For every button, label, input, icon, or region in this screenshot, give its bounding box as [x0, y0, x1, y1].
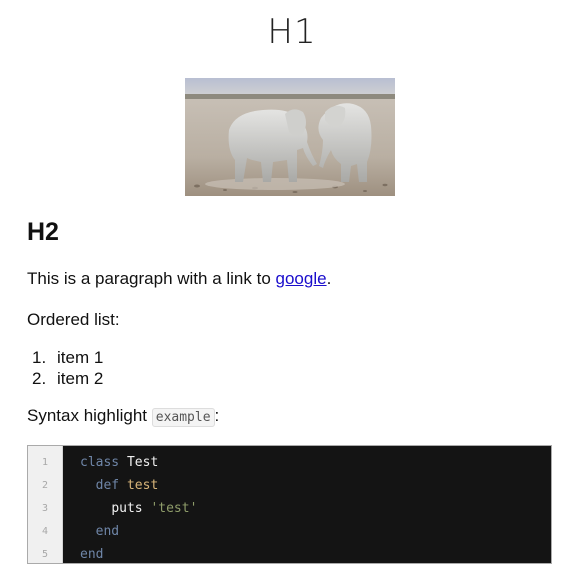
syntax-label-text: Syntax highlight	[27, 406, 152, 425]
code-keyword: end	[80, 547, 104, 562]
code-class-name: Test	[126, 455, 159, 470]
ordered-list: 1. item 1 2. item 2	[32, 347, 103, 389]
list-item-text: item 1	[57, 348, 104, 367]
line-number: 4	[41, 526, 49, 537]
link-paragraph: This is a paragraph with a link to googl…	[27, 268, 331, 290]
code-line: class Test	[80, 451, 197, 474]
code-line: end	[80, 543, 197, 566]
heading-2: H2	[27, 218, 59, 246]
line-number: 1	[41, 457, 49, 468]
list-item: 1. item 1	[32, 347, 103, 368]
list-item-text: item 2	[57, 369, 104, 388]
code-keyword: class	[80, 455, 120, 470]
list-item-number: 1.	[32, 348, 47, 367]
code-method-name: test	[126, 478, 159, 493]
code-keyword: end	[95, 524, 120, 539]
inline-code: example	[151, 408, 215, 427]
elephants-image	[185, 78, 395, 196]
code-line: puts 'test'	[80, 497, 197, 520]
heading-1: H1	[267, 12, 317, 52]
paragraph-period: .	[326, 269, 332, 288]
code-identifier: puts	[111, 501, 143, 516]
syntax-label-colon: :	[214, 406, 220, 425]
code-lines: class Test def test puts 'test' end end	[63, 446, 197, 563]
code-line: end	[80, 520, 197, 543]
code-line: def test	[80, 474, 197, 497]
line-number: 2	[41, 480, 49, 491]
code-block: 1 2 3 4 5 class Test def test puts 'test…	[27, 445, 552, 564]
code-string: 'test'	[150, 501, 198, 516]
line-number-gutter: 1 2 3 4 5	[28, 446, 63, 563]
list-item: 2. item 2	[32, 368, 103, 389]
code-keyword: def	[95, 478, 120, 493]
line-number: 3	[41, 503, 49, 514]
google-link[interactable]: google	[276, 269, 327, 288]
line-number: 5	[41, 549, 49, 560]
syntax-highlight-label: Syntax highlight example:	[27, 405, 219, 429]
ordered-list-label: Ordered list:	[27, 310, 120, 329]
list-item-number: 2.	[32, 369, 47, 388]
paragraph-text: This is a paragraph with a link to	[27, 269, 276, 288]
